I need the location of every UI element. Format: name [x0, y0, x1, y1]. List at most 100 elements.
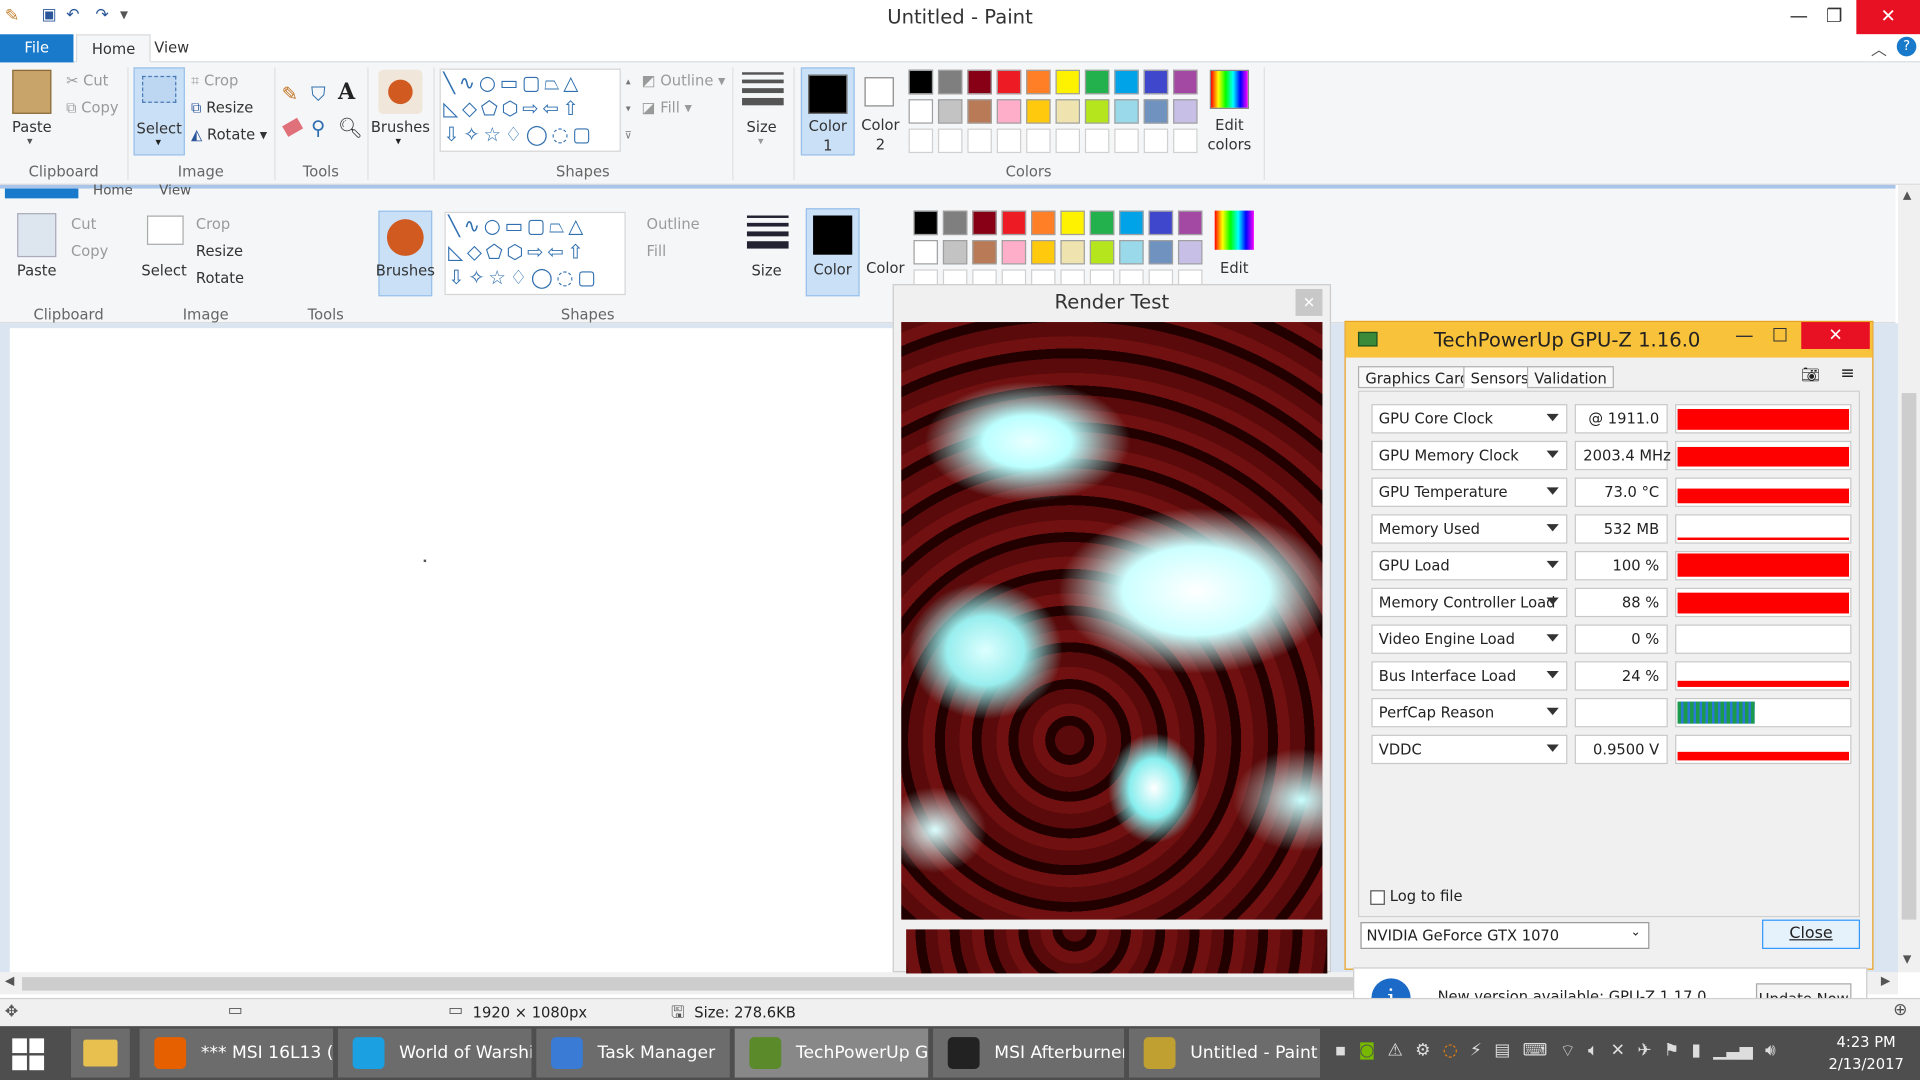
help-icon[interactable]: ? — [1896, 36, 1917, 57]
sensor-name-dropdown[interactable]: Bus Interface Load — [1371, 661, 1568, 691]
tray-icon[interactable]: ✕ — [1611, 1041, 1625, 1065]
color-palette[interactable] — [908, 69, 1198, 158]
file-explorer-button[interactable] — [71, 1028, 130, 1078]
outline-button[interactable]: ◩ Outline ▾ — [642, 72, 726, 89]
select-button[interactable]: Select ▾ — [133, 67, 185, 156]
maximize-button[interactable]: ❐ — [1807, 0, 1861, 34]
size-button[interactable]: Size — [737, 119, 786, 136]
palette-swatch[interactable] — [1143, 99, 1169, 124]
crop-button[interactable]: ⌗ Crop — [191, 72, 238, 90]
sensor-name-dropdown[interactable]: GPU Memory Clock — [1371, 440, 1568, 471]
palette-swatch[interactable] — [1173, 69, 1198, 95]
palette-swatch[interactable] — [996, 128, 1022, 154]
size-dropdown-icon[interactable]: ▾ — [758, 136, 764, 148]
palette-swatch[interactable] — [1173, 99, 1198, 124]
sensor-name-dropdown[interactable]: GPU Load — [1371, 551, 1568, 581]
tray-icon[interactable]: ▤ — [1494, 1041, 1510, 1065]
cut-button[interactable]: ✂ Cut — [66, 72, 108, 89]
signal-icon[interactable]: ▁▃▅ — [1713, 1041, 1753, 1065]
palette-swatch[interactable] — [1173, 128, 1198, 154]
palette-swatch[interactable] — [1055, 69, 1081, 95]
paste-button[interactable]: Paste — [5, 119, 59, 136]
text-tool-icon[interactable]: A — [338, 80, 355, 106]
tab-view[interactable]: View — [140, 34, 204, 62]
speaker-icon[interactable]: 🔊︎ — [1765, 1041, 1776, 1065]
brushes-dropdown-icon[interactable]: ▾ — [396, 136, 402, 148]
render-test-close-button[interactable]: ✕ — [1295, 288, 1323, 316]
brushes-button[interactable]: Brushes — [370, 119, 431, 136]
palette-swatch[interactable] — [967, 128, 992, 154]
gpuz-minimize-button[interactable]: — — [1735, 324, 1753, 346]
magnifier-icon[interactable]: 🔍︎ — [338, 116, 363, 139]
palette-swatch[interactable] — [1084, 69, 1110, 95]
clock[interactable]: 4:23 PM 2/13/2017 — [1815, 1031, 1918, 1075]
nvidia-icon[interactable]: ◙ — [1359, 1041, 1376, 1065]
color2-swatch[interactable] — [864, 77, 894, 107]
tray-icon[interactable]: ◌ — [1443, 1041, 1458, 1065]
copy-button[interactable]: ⧉ Copy — [66, 99, 118, 117]
gpu-select-dropdown[interactable]: NVIDIA GeForce GTX 1070 ⌄ — [1360, 922, 1650, 949]
color2-label[interactable]: Color — [857, 116, 904, 133]
battery-icon[interactable]: ▮ — [1691, 1041, 1700, 1065]
tray-icon[interactable]: ✈ — [1637, 1041, 1651, 1065]
camera-icon[interactable]: 📷︎ — [1801, 366, 1820, 383]
sensor-name-dropdown[interactable]: Video Engine Load — [1371, 624, 1568, 654]
tray-icon[interactable]: ⚙ — [1415, 1041, 1430, 1065]
color-picker-icon[interactable]: ⚲ — [311, 116, 325, 139]
palette-swatch[interactable] — [937, 99, 963, 124]
wifi-icon[interactable]: ⌔ — [1560, 1041, 1576, 1065]
drawing-canvas[interactable] — [9, 328, 897, 973]
tray-icon[interactable]: ⚠ — [1387, 1041, 1402, 1065]
fill-bucket-icon[interactable]: ⛉ — [311, 82, 326, 106]
palette-swatch[interactable] — [1055, 128, 1081, 154]
palette-swatch[interactable] — [1084, 128, 1110, 154]
taskbar-item[interactable]: TechPowerUp GP... — [734, 1028, 929, 1078]
gpuz-tab-sensors[interactable]: Sensors — [1463, 366, 1537, 389]
sensor-name-dropdown[interactable]: Memory Used — [1371, 514, 1568, 544]
paste-dropdown-icon[interactable]: ▾ — [27, 136, 33, 148]
sensor-name-dropdown[interactable]: GPU Temperature — [1371, 477, 1568, 507]
palette-swatch[interactable] — [1143, 128, 1169, 154]
close-button[interactable]: ✕ — [1856, 0, 1920, 35]
edit-colors-button[interactable]: Edit — [1200, 116, 1259, 133]
gpuz-close-x-button[interactable]: ✕ — [1801, 322, 1870, 349]
tray-icon[interactable]: ⚡ — [1470, 1041, 1482, 1065]
palette-swatch[interactable] — [1114, 99, 1139, 124]
palette-swatch[interactable] — [996, 69, 1022, 95]
taskbar-item[interactable]: World of Warshi... — [337, 1028, 532, 1078]
palette-swatch[interactable] — [1026, 128, 1051, 154]
pencil-icon[interactable]: ✎ — [282, 82, 298, 105]
color1-button[interactable]: Color 1 — [800, 67, 855, 156]
flag-icon[interactable]: ⚑ — [1664, 1041, 1679, 1065]
gpuz-maximize-button[interactable]: ☐ — [1772, 324, 1788, 346]
shapes-scroll[interactable]: ▴ ▾ ⊽ — [621, 69, 636, 152]
palette-swatch[interactable] — [1026, 99, 1051, 124]
palette-swatch[interactable] — [908, 69, 934, 95]
zoom-in-icon[interactable]: ⊕ — [1893, 1000, 1907, 1020]
sensor-name-dropdown[interactable]: Memory Controller Load — [1371, 587, 1568, 618]
taskbar-item[interactable]: MSI Afterburner — [933, 1028, 1125, 1078]
eraser-icon[interactable] — [282, 117, 304, 137]
sensor-name-dropdown[interactable]: GPU Core Clock — [1371, 404, 1568, 434]
palette-swatch[interactable] — [1084, 99, 1110, 124]
tray-icon[interactable]: ⌨ — [1523, 1041, 1548, 1065]
vertical-scrollbar[interactable]: ▲ ▼ — [1897, 184, 1920, 973]
resize-button[interactable]: ⧉ Resize — [191, 99, 253, 117]
volume-icon[interactable]: 🔈︎ — [1588, 1041, 1598, 1065]
palette-swatch[interactable] — [908, 128, 934, 154]
collapse-ribbon-icon[interactable]: ︿ — [1871, 37, 1887, 60]
gpuz-tab-graphics-card[interactable]: Graphics Card — [1357, 366, 1477, 389]
tab-file[interactable]: File — [0, 34, 74, 63]
menu-icon[interactable]: ≡ — [1840, 364, 1854, 384]
palette-swatch[interactable] — [967, 69, 992, 95]
palette-swatch[interactable] — [1114, 69, 1139, 95]
palette-swatch[interactable] — [967, 99, 992, 124]
palette-swatch[interactable] — [908, 99, 934, 124]
palette-swatch[interactable] — [937, 128, 963, 154]
gpuz-close-button[interactable]: Close — [1762, 919, 1861, 949]
palette-swatch[interactable] — [1114, 128, 1139, 154]
palette-swatch[interactable] — [1055, 99, 1081, 124]
palette-swatch[interactable] — [937, 69, 963, 95]
taskbar-item[interactable]: Untitled - Paint — [1128, 1028, 1321, 1078]
palette-swatch[interactable] — [1026, 69, 1051, 95]
